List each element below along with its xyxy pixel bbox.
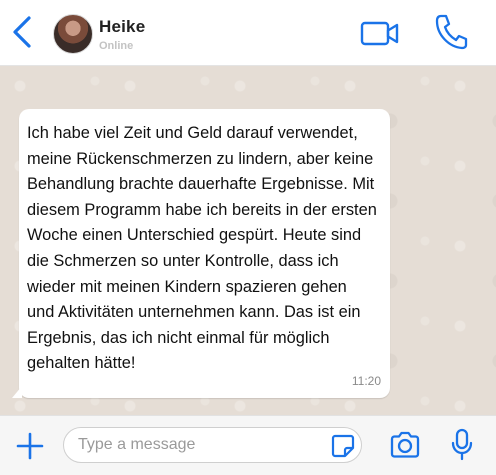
contact-name[interactable]: Heike: [99, 17, 145, 37]
contact-status: Online: [99, 40, 134, 52]
camera-icon: [390, 431, 420, 458]
video-camera-icon: [360, 21, 399, 46]
video-call-button[interactable]: [360, 20, 400, 48]
chat-area[interactable]: Ich habe viel Zeit und Geld darauf verwe…: [0, 66, 496, 415]
bubble-tail: [12, 386, 22, 398]
message-timestamp: 11:20: [351, 374, 381, 388]
plus-icon: [16, 432, 44, 460]
chat-header: Heike Online: [0, 0, 496, 66]
microphone-icon: [451, 428, 473, 461]
phone-icon: [435, 14, 468, 50]
message-input[interactable]: [78, 434, 318, 456]
voice-call-button[interactable]: [433, 13, 469, 51]
attach-button[interactable]: [15, 431, 45, 461]
message-bubble[interactable]: Ich habe viel Zeit und Geld darauf verwe…: [12, 109, 390, 398]
camera-button[interactable]: [389, 430, 421, 460]
message-text: Ich habe viel Zeit und Geld darauf verwe…: [27, 124, 377, 373]
composer-bar: [0, 415, 496, 475]
chevron-left-icon: [13, 16, 31, 48]
avatar[interactable]: [53, 14, 93, 54]
sticker-icon: [331, 434, 355, 458]
microphone-button[interactable]: [450, 428, 474, 462]
back-button[interactable]: [8, 14, 36, 50]
sticker-button[interactable]: [331, 434, 355, 458]
message-input-box[interactable]: [63, 427, 362, 463]
